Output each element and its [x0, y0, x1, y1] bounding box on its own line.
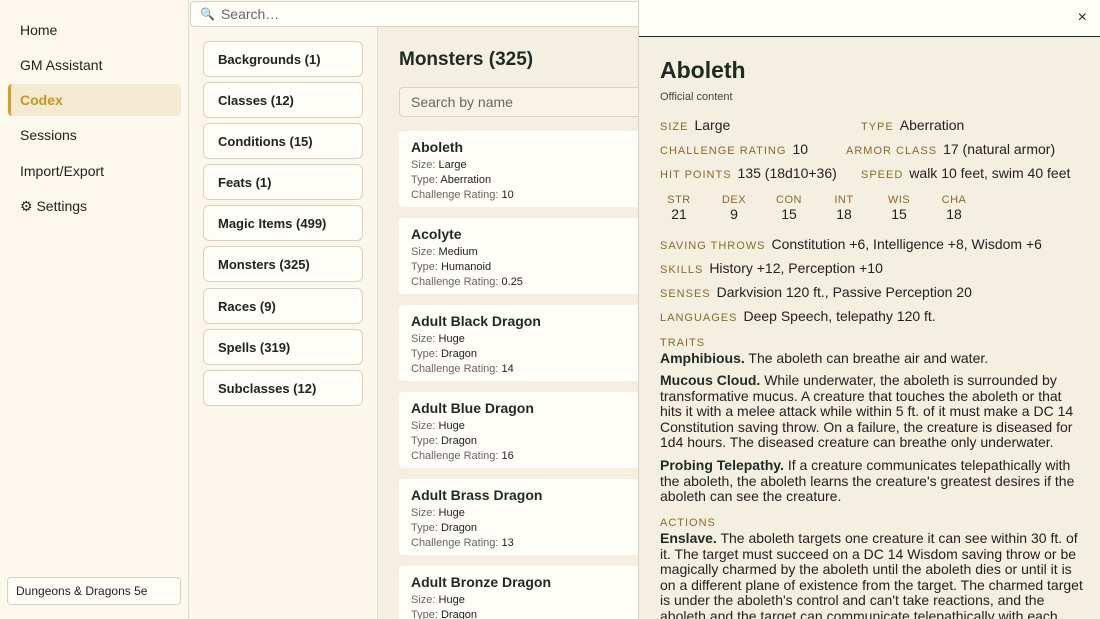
monster-name: Adult Blue Dragon	[411, 400, 534, 416]
monster-cr: Challenge Rating: 13	[411, 537, 514, 549]
action-enslave: Enslave. The aboleth targets one creatur…	[660, 530, 1083, 619]
monster-name: Acolyte	[411, 226, 462, 242]
category-subclasses[interactable]: Subclasses (12)	[203, 370, 363, 406]
list-title: Monsters (325)	[399, 49, 534, 70]
stat-languages: Languages Deep Speech, telepathy 120 ft.	[660, 308, 936, 324]
monster-list-panel: Monsters (325) Search by name Aboleth Si…	[378, 27, 648, 619]
monster-size: Size: Huge	[411, 420, 465, 432]
codex-categories: Backgrounds (1) Classes (12) Conditions …	[189, 27, 378, 619]
ability-int: INT 18	[834, 194, 854, 222]
stat-type: Type Aberration	[861, 117, 965, 133]
monster-type: Type: Dragon	[411, 609, 478, 619]
category-magic-items[interactable]: Magic Items (499)	[203, 205, 363, 241]
category-conditions[interactable]: Conditions (15)	[203, 123, 363, 159]
ability-cha: CHA 18	[941, 194, 967, 222]
traits-heading: Traits	[660, 337, 706, 349]
ability-str: STR 21	[667, 194, 691, 222]
monster-cr: Challenge Rating: 10	[411, 189, 514, 201]
trait-mucous-cloud: Mucous Cloud. While underwater, the abol…	[660, 372, 1074, 450]
sidebar-nav: Home GM Assistant Codex Sessions Import/…	[0, 0, 189, 619]
category-classes[interactable]: Classes (12)	[203, 82, 363, 118]
nav-item-import-export[interactable]: Import/Export	[8, 155, 181, 187]
search-placeholder: Search…	[220, 6, 280, 22]
game-system-selector[interactable]: Dungeons & Dragons 5e	[7, 577, 181, 605]
category-spells[interactable]: Spells (319)	[203, 329, 363, 365]
category-feats[interactable]: Feats (1)	[203, 164, 363, 200]
monster-size: Size: Huge	[411, 594, 465, 606]
monster-cr: Challenge Rating: 16	[411, 450, 514, 462]
nav-item-settings[interactable]: ⚙ Settings	[8, 190, 181, 222]
monster-type: Type: Dragon	[411, 522, 478, 534]
nav-item-sessions[interactable]: Sessions	[8, 119, 181, 151]
stat-senses: Senses Darkvision 120 ft., Passive Percep…	[660, 284, 972, 300]
monster-card[interactable]: Aboleth Size: Large Type: Aberration Cha…	[399, 131, 648, 207]
category-backgrounds[interactable]: Backgrounds (1)	[203, 41, 363, 77]
stat-challenge-rating: Challenge Rating 10	[660, 141, 809, 157]
search-icon: 🔍	[200, 7, 215, 21]
stat-hit-points: Hit Points 135 (18d10+36)	[660, 165, 837, 181]
detail-title: Aboleth	[660, 57, 746, 83]
monster-type: Type: Dragon	[411, 435, 478, 447]
monster-size: Size: Huge	[411, 507, 465, 519]
monster-type: Type: Dragon	[411, 348, 478, 360]
close-icon[interactable]: ×	[1078, 9, 1087, 27]
monster-card[interactable]: Adult Blue Dragon Size: Huge Type: Drago…	[399, 392, 648, 468]
category-monsters[interactable]: Monsters (325)	[203, 246, 363, 282]
stat-size: Size Large	[660, 117, 731, 133]
monster-name: Aboleth	[411, 139, 464, 155]
monster-card[interactable]: Adult Black Dragon Size: Huge Type: Drag…	[399, 305, 648, 381]
monster-cr: Challenge Rating: 14	[411, 363, 514, 375]
name-search-input[interactable]: Search by name	[399, 87, 648, 117]
monster-size: Size: Large	[411, 159, 467, 171]
monster-size: Size: Huge	[411, 333, 465, 345]
monster-type: Type: Humanoid	[411, 261, 492, 273]
monster-cr: Challenge Rating: 0.25	[411, 276, 523, 288]
detail-header-bar: ×	[639, 0, 1100, 37]
ability-dex: DEX 9	[721, 194, 747, 222]
stat-speed: Speed walk 10 feet, swim 40 feet	[861, 165, 1071, 181]
monster-card[interactable]: Adult Brass Dragon Size: Huge Type: Drag…	[399, 479, 648, 555]
stat-saving-throws: Saving Throws Constitution +6, Intelligen…	[660, 236, 1042, 252]
stat-skills: Skills History +12, Perception +10	[660, 260, 883, 276]
actions-heading: Actions	[660, 517, 716, 529]
nav-item-codex[interactable]: Codex	[8, 84, 181, 116]
ability-con: CON 15	[776, 194, 802, 222]
monster-type: Type: Aberration	[411, 174, 492, 186]
monster-name: Adult Black Dragon	[411, 313, 541, 329]
monster-name: Adult Brass Dragon	[411, 487, 543, 503]
global-search-input[interactable]: 🔍 Search…	[190, 1, 650, 27]
trait-probing-telepathy: Probing Telepathy. If a creature communi…	[660, 457, 1075, 504]
monster-detail-panel: × Aboleth Official content Size Large Typ…	[638, 0, 1100, 619]
nav-item-home[interactable]: Home	[8, 14, 181, 46]
monster-card[interactable]: Adult Bronze Dragon Size: Huge Type: Dra…	[399, 566, 648, 619]
stat-armor-class: Armor Class 17 (natural armor)	[846, 141, 1056, 157]
category-races[interactable]: Races (9)	[203, 288, 363, 324]
trait-amphibious: Amphibious. The aboleth can breathe air …	[660, 350, 989, 366]
monster-card[interactable]: Acolyte Size: Medium Type: Humanoid Chal…	[399, 218, 648, 294]
nav-item-gm-assistant[interactable]: GM Assistant	[8, 49, 181, 81]
monster-name: Adult Bronze Dragon	[411, 574, 551, 590]
monster-size: Size: Medium	[411, 246, 478, 258]
ability-wis: WIS 15	[887, 194, 911, 222]
source-label: Official content	[660, 91, 733, 103]
